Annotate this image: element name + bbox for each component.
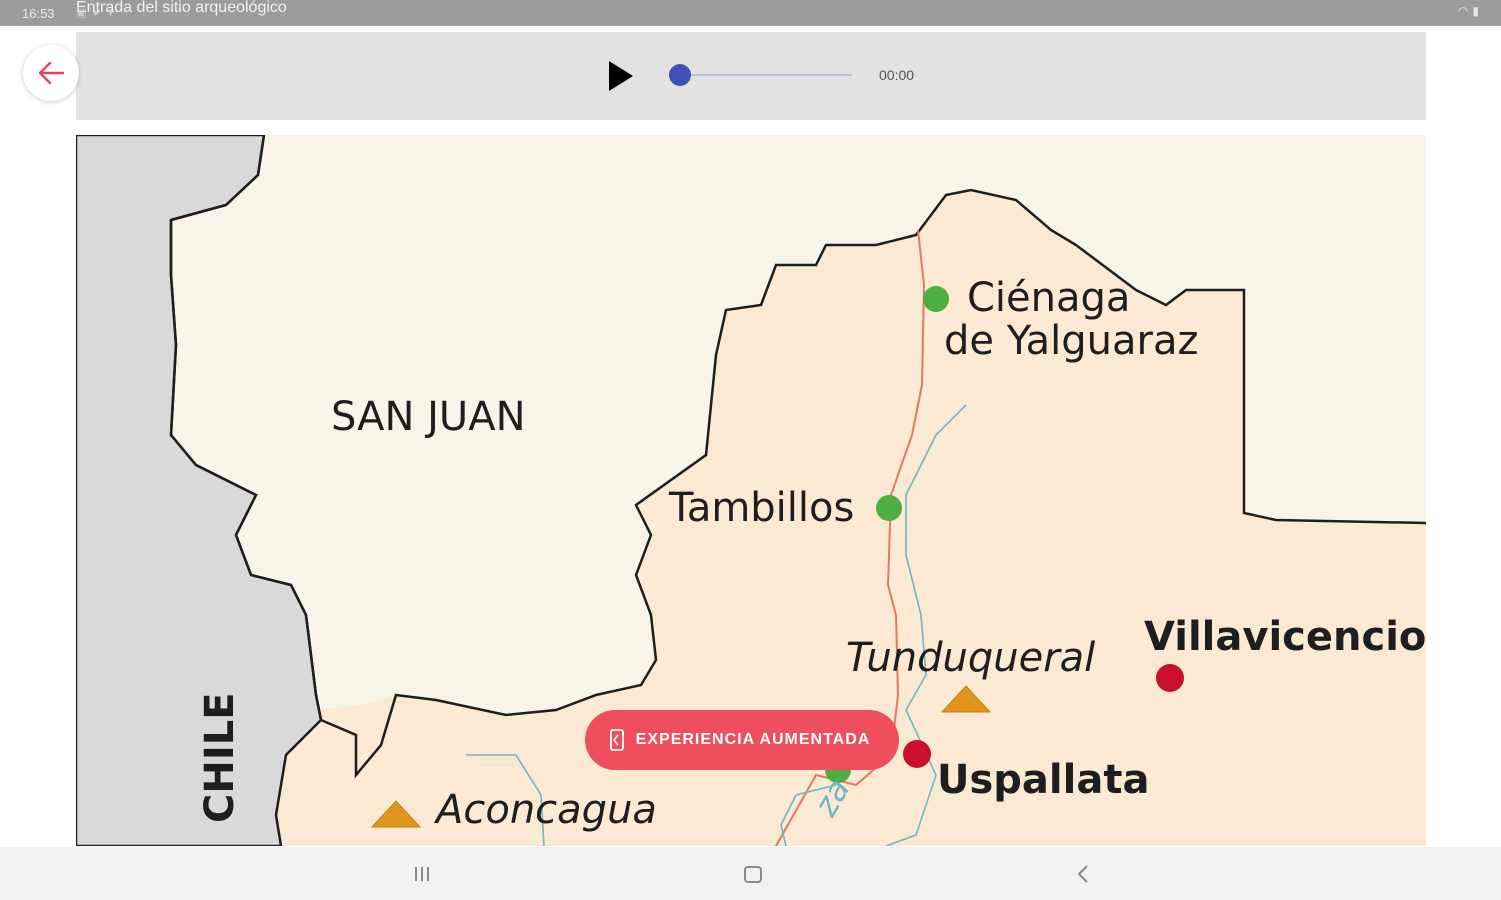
status-bar: 16:53 Entrada del sitio arqueológico ▣●▼… — [0, 0, 1501, 26]
play-icon — [609, 61, 633, 91]
back-nav-icon — [1077, 865, 1088, 883]
site-tambillos-marker — [876, 495, 902, 521]
label-cienaga-line2: de Yalguaraz — [944, 318, 1199, 364]
audio-progress-thumb[interactable] — [669, 64, 691, 86]
wifi-icon: ◠ — [1457, 4, 1473, 18]
home-icon — [744, 866, 762, 883]
site-cienaga-marker — [923, 286, 949, 312]
experiencia-aumentada-button[interactable]: EXPERIENCIA AUMENTADA — [585, 710, 899, 770]
label-chile: CHILE — [197, 692, 243, 823]
notification-icons: ▣●▼ — [76, 6, 122, 19]
label-aconcagua: Aconcagua — [436, 787, 657, 833]
arrow-left-icon — [38, 61, 65, 85]
notification-icon: ● — [92, 7, 106, 19]
recent-apps-button[interactable] — [392, 857, 452, 891]
recent-apps-icon — [415, 867, 429, 881]
phone-ar-icon — [610, 729, 624, 751]
play-button[interactable] — [602, 58, 638, 94]
audio-progress-bar[interactable] — [669, 64, 852, 86]
audio-player: 00:00 — [76, 32, 1426, 120]
image-icon: ▣ — [76, 7, 93, 19]
label-tambillos: Tambillos — [669, 485, 855, 531]
status-time: 16:53 — [22, 6, 55, 21]
label-tunduqueral: Tunduqueral — [846, 635, 1096, 681]
site-villavicencio-marker — [1156, 664, 1184, 692]
system-icons: ◠▮ — [1458, 4, 1483, 18]
experiencia-aumentada-label: EXPERIENCIA AUMENTADA — [635, 731, 871, 748]
label-san-juan: SAN JUAN — [331, 394, 526, 440]
back-nav-button[interactable] — [1053, 857, 1113, 891]
label-villavicencio: Villavicencio — [1144, 614, 1426, 660]
label-uspallata: Uspallata — [937, 757, 1150, 803]
audio-time: 00:00 — [879, 67, 915, 83]
site-uspallata-marker — [903, 740, 931, 768]
download-icon: ▼ — [105, 7, 122, 19]
battery-icon: ▮ — [1472, 4, 1483, 18]
home-button[interactable] — [723, 857, 783, 891]
label-cienaga-line1: Ciénaga — [967, 275, 1131, 321]
back-button[interactable] — [23, 45, 79, 101]
system-navigation-bar — [0, 847, 1501, 900]
